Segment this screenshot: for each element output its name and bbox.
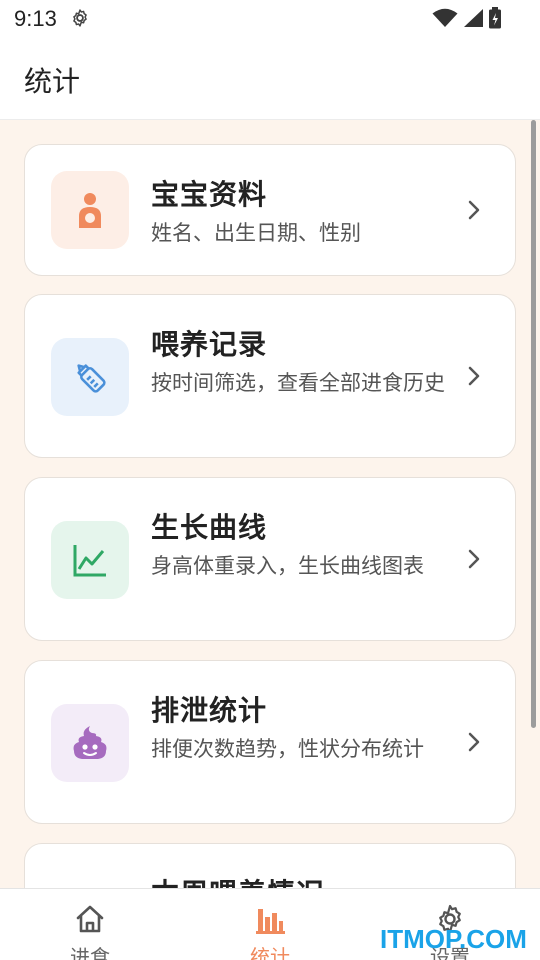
bar-chart-icon xyxy=(256,909,285,934)
card-baby-profile[interactable]: 宝宝资料 姓名、出生日期、性别 xyxy=(24,144,516,276)
card-title: 喂养记录 xyxy=(151,328,268,361)
nav-tab-feeding[interactable]: 进食 xyxy=(0,889,180,960)
card-description: 按时间筛选，查看全部进食历史 xyxy=(151,371,445,395)
card-title: 生长曲线 xyxy=(151,511,268,544)
card-title: 本周喂养情况 xyxy=(151,872,325,888)
content-list[interactable]: 宝宝资料 姓名、出生日期、性别 喂养记录 按时间筛选，查看全部进食历史 生长曲线… xyxy=(0,120,540,888)
baby-icon xyxy=(51,171,129,249)
card-feeding-records[interactable]: 喂养记录 按时间筛选，查看全部进食历史 xyxy=(24,294,516,458)
scrollbar[interactable] xyxy=(531,120,536,728)
status-bar: 9:13 xyxy=(0,0,540,36)
wifi-icon xyxy=(432,8,458,27)
growth-chart-icon xyxy=(51,521,129,599)
nav-label: 进食 xyxy=(70,945,110,960)
card-description: 排便次数趋势，性状分布统计 xyxy=(151,737,424,761)
card-description: 身高体重录入，生长曲线图表 xyxy=(151,554,424,578)
nav-tab-stats[interactable]: 统计 xyxy=(180,889,360,960)
app-bar: 统计 xyxy=(0,36,540,120)
card-title: 排泄统计 xyxy=(151,694,268,727)
chevron-right-icon xyxy=(468,732,480,752)
watermark: ITMOP.COM xyxy=(380,924,527,954)
signal-icon xyxy=(464,9,483,27)
settings-gear-icon xyxy=(73,9,87,27)
chevron-right-icon xyxy=(468,366,480,386)
poop-icon xyxy=(51,704,129,782)
card-excretion-stats[interactable]: 排泄统计 排便次数趋势，性状分布统计 xyxy=(24,660,516,824)
battery-icon xyxy=(489,7,501,29)
bottle-icon xyxy=(51,338,129,416)
card-title: 宝宝资料 xyxy=(151,178,268,211)
card-growth-curve[interactable]: 生长曲线 身高体重录入，生长曲线图表 xyxy=(24,477,516,641)
home-icon xyxy=(76,905,104,933)
page-title: 统计 xyxy=(24,65,81,98)
chevron-right-icon xyxy=(468,200,480,220)
status-time: 9:13 xyxy=(14,6,57,31)
card-description: 姓名、出生日期、性别 xyxy=(151,221,361,245)
card-weekly-feeding[interactable]: 本周喂养情况 xyxy=(24,843,516,888)
chevron-right-icon xyxy=(468,549,480,569)
status-indicators xyxy=(432,7,502,29)
nav-label: 统计 xyxy=(250,945,290,960)
